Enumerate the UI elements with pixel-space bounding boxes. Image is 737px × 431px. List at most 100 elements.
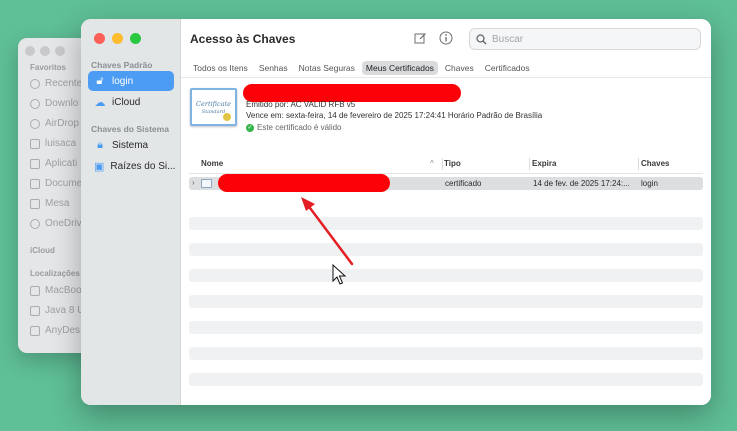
sidebar-item-icloud[interactable]: ☁ iCloud	[88, 92, 174, 112]
certificate-icon: Certificate Standard	[190, 88, 237, 126]
finder-item-label: Recente	[45, 78, 83, 89]
finder-location-label: AnyDes	[45, 325, 81, 336]
tab-passwords[interactable]: Senhas	[255, 61, 292, 75]
lock-icon: 🔒︎	[97, 138, 103, 151]
finder-item-home[interactable]: luisaca	[30, 138, 76, 149]
sidebar-item-label: Raízes do Si...	[110, 160, 176, 172]
checkmark-icon: ✓	[246, 123, 254, 132]
sidebar-item-system-roots[interactable]: ▣ Raízes do Si...	[88, 156, 176, 176]
finder-close-button[interactable]	[25, 46, 35, 56]
table-row	[189, 321, 703, 334]
search-field[interactable]	[469, 28, 701, 50]
search-icon	[476, 33, 487, 44]
sort-chevron-icon[interactable]: ^	[430, 159, 434, 168]
close-button[interactable]	[94, 33, 105, 44]
window-controls	[94, 33, 141, 44]
zoom-button[interactable]	[130, 33, 141, 44]
finder-location-label: Java 8 U	[45, 305, 85, 316]
table-header: Nome ^ Tipo Expira Chaves	[189, 157, 703, 173]
table-row	[189, 243, 703, 256]
search-input[interactable]	[492, 33, 682, 45]
finder-favorites-header: Favoritos	[30, 63, 67, 72]
home-icon	[30, 138, 40, 149]
certificate-icon-title: Certificate	[196, 99, 231, 108]
divider	[181, 77, 711, 78]
finder-icloud-header: iCloud	[30, 246, 55, 255]
finder-item-downloads[interactable]: Downlo	[30, 98, 78, 109]
cell-keychain: login	[641, 179, 658, 188]
column-separator	[442, 158, 443, 170]
applications-icon	[30, 158, 40, 169]
minimize-button[interactable]	[112, 33, 123, 44]
finder-item-airdrop[interactable]: AirDrop	[30, 118, 79, 129]
certificate-row-icon	[201, 179, 212, 188]
disk-icon	[30, 325, 40, 336]
laptop-icon	[30, 285, 40, 296]
certificate-issuer: Emitido por: AC VALID RFB v5	[246, 100, 356, 109]
finder-location-macbook[interactable]: MacBoo	[30, 285, 82, 296]
compose-icon[interactable]	[413, 31, 427, 45]
finder-location-java[interactable]: Java 8 U	[30, 305, 84, 316]
seal-icon	[223, 113, 231, 121]
table-row	[189, 269, 703, 282]
finder-item-label: OneDriv	[45, 218, 82, 229]
finder-item-documents[interactable]: Docume	[30, 178, 82, 189]
finder-locations-header: Localizações	[30, 269, 80, 278]
main-pane: Acesso às Chaves Todos os Itens Senhas N…	[181, 19, 711, 405]
sidebar-item-system[interactable]: 🔒︎ Sistema	[88, 135, 174, 155]
disclosure-chevron-icon[interactable]: ›	[192, 178, 195, 187]
disk-icon	[30, 305, 40, 316]
finder-item-label: Downlo	[45, 98, 79, 109]
finder-item-recents[interactable]: Recente	[30, 78, 82, 89]
certificate-icon-subtitle: Standard	[201, 108, 226, 115]
category-tabs: Todos os Itens Senhas Notas Seguras Meus…	[189, 61, 534, 75]
sidebar-item-label: login	[112, 75, 134, 87]
sidebar-section-default: Chaves Padrão	[91, 60, 153, 70]
column-name[interactable]: Nome	[201, 159, 223, 168]
column-keychain[interactable]: Chaves	[641, 159, 669, 168]
download-icon	[30, 98, 40, 109]
finder-location-label: MacBoo	[45, 285, 82, 296]
column-expires[interactable]: Expira	[532, 159, 556, 168]
sidebar-item-label: Sistema	[112, 139, 149, 151]
sidebar-item-login[interactable]: 🔓︎ login	[88, 71, 174, 91]
table-row	[189, 295, 703, 308]
airdrop-icon	[30, 118, 40, 129]
finder-location-anydesk[interactable]: AnyDes	[30, 325, 80, 336]
finder-item-label: Mesa	[45, 198, 70, 209]
tab-certificates[interactable]: Certificados	[481, 61, 534, 75]
cloud-icon	[30, 218, 40, 229]
finder-item-desktop[interactable]: Mesa	[30, 198, 69, 209]
column-type[interactable]: Tipo	[444, 159, 461, 168]
column-separator	[529, 158, 530, 170]
table-row	[189, 347, 703, 360]
finder-item-onedrive[interactable]: OneDriv	[30, 218, 82, 229]
finder-item-label: luisaca	[45, 138, 77, 149]
table-row	[189, 373, 703, 386]
window-title: Acesso às Chaves	[190, 32, 296, 46]
cell-expires: 14 de fev. de 2025 17:24:...	[533, 179, 630, 188]
tab-secure-notes[interactable]: Notas Seguras	[295, 61, 359, 75]
finder-window-controls	[25, 46, 65, 56]
document-icon	[30, 178, 40, 189]
redaction-mark	[218, 174, 390, 192]
finder-minimize-button[interactable]	[40, 46, 50, 56]
tab-all-items[interactable]: Todos os Itens	[189, 61, 252, 75]
finder-item-label: Aplicati	[45, 158, 78, 169]
cell-type: certificado	[445, 179, 482, 188]
finder-item-applications[interactable]: Aplicati	[30, 158, 77, 169]
certificate-status-text: Este certificado é válido	[257, 123, 342, 132]
info-icon[interactable]	[439, 31, 453, 45]
finder-item-label: Docume	[45, 178, 83, 189]
tab-keys[interactable]: Chaves	[441, 61, 478, 75]
finder-zoom-button[interactable]	[55, 46, 65, 56]
sidebar-item-label: iCloud	[112, 96, 141, 108]
desktop-icon	[30, 198, 40, 209]
sidebar: Chaves Padrão 🔓︎ login ☁ iCloud Chaves d…	[81, 19, 181, 405]
keychain-window: Chaves Padrão 🔓︎ login ☁ iCloud Chaves d…	[81, 19, 711, 405]
certificate-status: ✓ Este certificado é válido	[246, 123, 342, 132]
clock-icon	[30, 78, 40, 89]
tab-my-certificates[interactable]: Meus Certificados	[361, 61, 438, 75]
finder-item-label: AirDrop	[45, 118, 79, 129]
column-separator	[638, 158, 639, 170]
